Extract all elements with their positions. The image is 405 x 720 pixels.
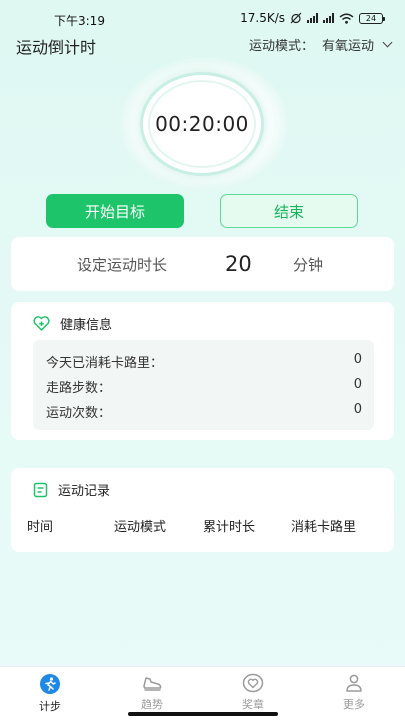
duration-value[interactable]: 20	[225, 252, 252, 276]
health-header: 健康信息	[33, 314, 112, 333]
mode-label: 运动模式：	[248, 39, 314, 54]
duration-card[interactable]: 设定运动时长 20 分钟	[11, 237, 394, 291]
column-header-duration: 累计时长	[203, 520, 256, 535]
health-stats: 今天已消耗卡路里： 0 走路步数： 0 运动次数： 0	[33, 340, 374, 430]
duration-label: 设定运动时长	[77, 255, 168, 274]
alarm-off-icon	[290, 12, 302, 24]
person-icon	[346, 674, 362, 692]
countdown-timer: 00:20:00	[140, 72, 264, 176]
stat-value: 0	[353, 402, 362, 417]
records-header: 运动记录	[33, 480, 110, 499]
list-item: 走路步数： 0	[46, 377, 362, 396]
wifi-icon	[339, 13, 354, 24]
list-item: 运动次数： 0	[46, 402, 362, 421]
column-header-mode: 运动模式	[114, 520, 167, 535]
heart-plus-icon	[33, 316, 50, 331]
tab-label: 趋势	[141, 698, 163, 711]
tab-label: 奖章	[242, 698, 264, 711]
health-info-card: 健康信息 今天已消耗卡路里： 0 走路步数： 0 运动次数： 0	[11, 302, 394, 440]
status-icons: 17.5K/s 24	[240, 11, 385, 25]
duration-unit: 分钟	[293, 255, 324, 274]
column-header-calories: 消耗卡路里	[291, 520, 357, 535]
tab-label: 更多	[343, 698, 365, 711]
stat-label: 走路步数：	[46, 381, 112, 396]
status-time: 下午3:19	[54, 14, 105, 28]
column-header-time: 时间	[27, 520, 54, 535]
timer-display: 00:20:00	[155, 112, 249, 136]
medal-heart-icon	[242, 673, 264, 693]
document-icon	[33, 482, 48, 497]
tab-trend[interactable]: 趋势	[122, 673, 182, 712]
end-button[interactable]: 结束	[220, 194, 358, 228]
list-item: 今天已消耗卡路里： 0	[46, 352, 362, 371]
signal-icon-2	[323, 13, 334, 23]
stat-label: 今天已消耗卡路里：	[46, 356, 164, 371]
mode-value: 有氧运动	[321, 39, 374, 54]
runner-icon	[40, 674, 60, 694]
tab-more[interactable]: 更多	[324, 673, 384, 712]
tab-label: 计步	[39, 700, 61, 713]
tab-step[interactable]: 计步	[20, 673, 80, 714]
network-speed: 17.5K/s	[240, 11, 285, 25]
home-indicator[interactable]	[128, 712, 278, 716]
shoe-icon	[143, 677, 162, 691]
start-goal-button[interactable]: 开始目标	[46, 194, 184, 228]
tab-medal[interactable]: 奖章	[223, 673, 283, 712]
mode-selector[interactable]: 运动模式： 有氧运动	[248, 35, 393, 54]
signal-icon	[307, 13, 318, 23]
health-title: 健康信息	[60, 318, 113, 333]
exercise-records-card: 运动记录 时间 运动模式 累计时长 消耗卡路里	[11, 468, 394, 552]
chevron-down-icon	[382, 37, 393, 48]
records-title: 运动记录	[58, 484, 111, 499]
stat-value: 0	[353, 352, 362, 367]
status-bar: 下午3:19 17.5K/s 24	[0, 0, 405, 30]
stat-label: 运动次数：	[46, 406, 112, 421]
page-title: 运动倒计时	[16, 38, 97, 57]
battery-icon: 24	[359, 12, 385, 24]
stat-value: 0	[353, 377, 362, 392]
app-header: 运动倒计时 运动模式： 有氧运动	[0, 30, 405, 57]
